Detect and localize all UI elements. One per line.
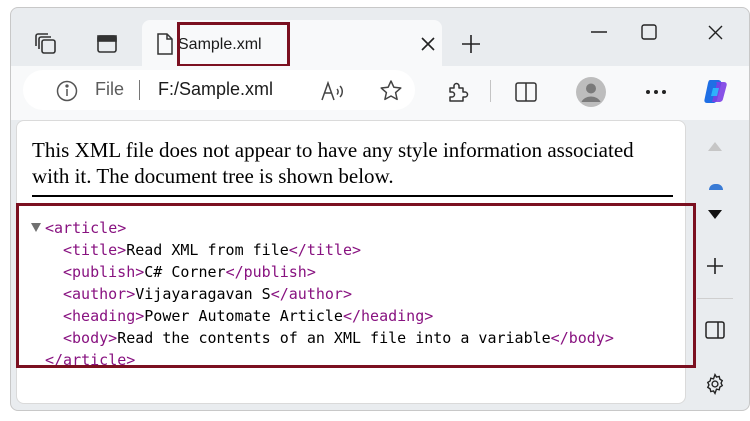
address-separator xyxy=(139,80,140,100)
new-tab-icon[interactable] xyxy=(457,30,485,58)
workspaces-icon[interactable] xyxy=(32,30,60,58)
extensions-icon[interactable] xyxy=(443,78,473,106)
profile-avatar-icon[interactable] xyxy=(575,76,607,108)
scroll-up-icon[interactable] xyxy=(703,136,727,156)
info-icon[interactable] xyxy=(55,79,79,103)
sidebar-divider xyxy=(697,298,733,299)
browser-window: Sample.xml File F:/Sample.xml This XML f… xyxy=(10,7,750,411)
add-icon[interactable] xyxy=(701,252,729,280)
page-icon xyxy=(154,32,176,56)
address-url[interactable]: F:/Sample.xml xyxy=(158,79,273,100)
toolbar-divider xyxy=(490,80,491,102)
maximize-icon[interactable] xyxy=(631,20,667,44)
collapse-sidebar-icon[interactable] xyxy=(703,204,727,224)
split-screen-icon[interactable] xyxy=(511,78,541,106)
settings-gear-icon[interactable] xyxy=(701,370,729,398)
address-scheme-label: File xyxy=(95,79,125,99)
more-icon[interactable] xyxy=(641,80,671,104)
close-icon[interactable] xyxy=(418,34,438,54)
notice-divider xyxy=(32,195,673,197)
minimize-icon[interactable] xyxy=(581,20,617,44)
copilot-icon[interactable] xyxy=(699,76,733,108)
vertical-tabs-icon[interactable] xyxy=(93,30,121,58)
window-close-icon[interactable] xyxy=(697,20,733,44)
toolbar: File F:/Sample.xml xyxy=(11,66,749,120)
xml-tree-highlight xyxy=(16,203,696,368)
hide-sidebar-icon[interactable] xyxy=(701,316,729,344)
sidebar-app-indicator[interactable] xyxy=(709,184,723,190)
edge-sidebar xyxy=(685,120,749,410)
favorite-star-icon[interactable] xyxy=(377,78,405,104)
address-bar[interactable]: File F:/Sample.xml xyxy=(23,70,415,110)
xml-style-notice: This XML file does not appear to have an… xyxy=(32,138,634,188)
read-aloud-icon[interactable] xyxy=(319,78,347,104)
tab-title-highlight xyxy=(177,22,290,67)
